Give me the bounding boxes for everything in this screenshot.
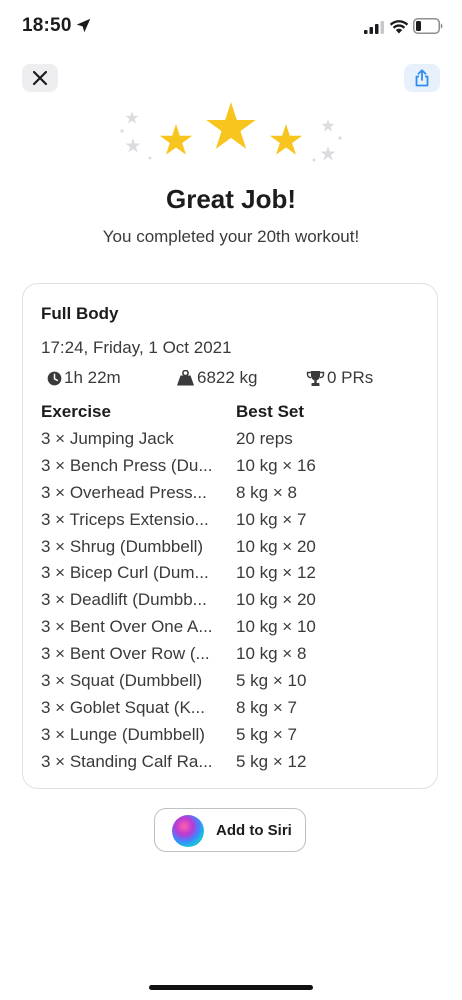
workout-summary-card: Full Body 17:24, Friday, 1 Oct 2021 1h 2… <box>22 283 438 789</box>
exercise-best-set: 10 kg × 8 <box>236 644 307 664</box>
exercise-name: 3 × Shrug (Dumbbell) <box>41 536 204 556</box>
decor-star-icon <box>125 138 141 153</box>
decor-dot <box>312 158 316 162</box>
exercise-row: 3 × Goblet Squat (K... 8 kg × 7 <box>41 698 421 725</box>
exercise-row: 3 × Bent Over One A... 10 kg × 10 <box>41 617 421 644</box>
exercise-name: 3 × Bent Over Row (... <box>41 644 210 664</box>
exercise-row: 3 × Bent Over Row (... 10 kg × 8 <box>41 644 421 671</box>
close-button[interactable] <box>22 64 58 92</box>
workout-date: 17:24, Friday, 1 Oct 2021 <box>41 338 232 357</box>
exercise-best-set: 8 kg × 8 <box>236 482 297 502</box>
decor-star-icon <box>125 111 139 124</box>
exercise-list: 3 × Jumping Jack 20 reps 3 × Bench Press … <box>41 429 421 779</box>
battery-icon <box>413 18 443 34</box>
decor-dot <box>120 129 124 133</box>
headline: Great Job! <box>165 184 297 214</box>
exercise-best-set: 20 reps <box>236 429 293 448</box>
exercise-row: 3 × Jumping Jack 20 reps <box>41 429 421 456</box>
exercise-row: 3 × Shrug (Dumbbell) 10 kg × 20 <box>41 537 421 564</box>
volume-stat: 6822 kg <box>176 368 258 388</box>
exercise-row: 3 × Triceps Extensio... 10 kg × 7 <box>41 510 421 537</box>
status-bar: 18:50 <box>0 0 462 56</box>
exercise-column-header: Exercise <box>41 402 111 421</box>
weight-icon <box>177 370 194 386</box>
exercise-row: 3 × Lunge (Dumbbell) 5 kg × 7 <box>41 725 421 752</box>
star-icon <box>159 124 193 155</box>
exercise-best-set: 10 kg × 10 <box>236 617 316 637</box>
decor-star-icon <box>320 146 336 161</box>
signal-icon <box>364 21 384 34</box>
exercise-best-set: 10 kg × 20 <box>236 536 316 556</box>
duration-value: 1h 22m <box>64 368 121 387</box>
exercise-row: 3 × Overhead Press... 8 kg × 8 <box>41 483 421 510</box>
exercise-row: 3 × Standing Calf Ra... 5 kg × 12 <box>41 752 421 779</box>
siri-icon <box>172 815 204 847</box>
workout-name: Full Body <box>41 304 119 323</box>
exercise-name: 3 × Lunge (Dumbbell) <box>41 724 205 744</box>
location-arrow-icon <box>76 18 91 33</box>
trophy-icon <box>306 370 325 386</box>
exercise-best-set: 10 kg × 20 <box>236 590 316 610</box>
exercise-best-set: 8 kg × 7 <box>236 697 297 717</box>
exercise-name: 3 × Bicep Curl (Dum... <box>41 563 209 583</box>
exercise-row: 3 × Deadlift (Dumbb... 10 kg × 20 <box>41 590 421 617</box>
exercise-best-set: 5 kg × 7 <box>236 724 297 744</box>
home-indicator[interactable] <box>149 985 313 990</box>
clock-icon <box>47 371 62 385</box>
exercise-row: 3 × Squat (Dumbbell) 5 kg × 10 <box>41 671 421 698</box>
exercise-name: 3 × Jumping Jack <box>41 429 174 448</box>
duration-stat: 1h 22m <box>47 368 121 388</box>
exercise-name: 3 × Bent Over One A... <box>41 617 213 637</box>
exercise-best-set: 10 kg × 12 <box>236 563 316 583</box>
exercise-name: 3 × Goblet Squat (K... <box>41 697 205 717</box>
prs-stat: 0 PRs <box>306 368 373 388</box>
add-to-siri-button[interactable]: Add to Siri <box>154 808 306 852</box>
star-icon <box>269 124 303 155</box>
exercise-name: 3 × Overhead Press... <box>41 482 207 502</box>
exercise-best-set: 5 kg × 10 <box>236 671 307 691</box>
add-to-siri-label: Add to Siri <box>216 822 292 839</box>
exercise-name: 3 × Standing Calf Ra... <box>41 751 213 771</box>
exercise-best-set: 10 kg × 7 <box>236 509 307 529</box>
exercise-name: 3 × Bench Press (Du... <box>41 455 213 475</box>
exercise-name: 3 × Squat (Dumbbell) <box>41 671 203 691</box>
decor-star-icon <box>321 119 335 132</box>
wifi-icon <box>389 20 409 34</box>
share-icon <box>415 69 429 87</box>
decor-dot <box>148 156 152 160</box>
share-button[interactable] <box>404 64 440 92</box>
exercise-name: 3 × Deadlift (Dumbb... <box>41 590 207 610</box>
exercise-row: 3 × Bench Press (Du... 10 kg × 16 <box>41 456 421 483</box>
rating-stars <box>120 102 342 162</box>
prs-value: 0 PRs <box>327 368 374 387</box>
workout-stats: 1h 22m 6822 kg 0 PRs <box>41 368 421 390</box>
status-time: 18:50 <box>22 15 72 36</box>
best-set-column-header: Best Set <box>236 402 305 421</box>
volume-value: 6822 kg <box>197 368 258 387</box>
exercise-row: 3 × Bicep Curl (Dum... 10 kg × 12 <box>41 563 421 590</box>
subheadline: You completed your 20th workout! <box>102 227 360 246</box>
star-icon <box>206 102 256 150</box>
exercise-name: 3 × Triceps Extensio... <box>41 509 209 529</box>
decor-dot <box>338 136 342 140</box>
exercise-best-set: 5 kg × 12 <box>236 751 307 771</box>
exercise-best-set: 10 kg × 16 <box>236 455 316 475</box>
exercise-table-header: Exercise Best Set <box>41 402 421 422</box>
close-icon <box>32 70 48 86</box>
